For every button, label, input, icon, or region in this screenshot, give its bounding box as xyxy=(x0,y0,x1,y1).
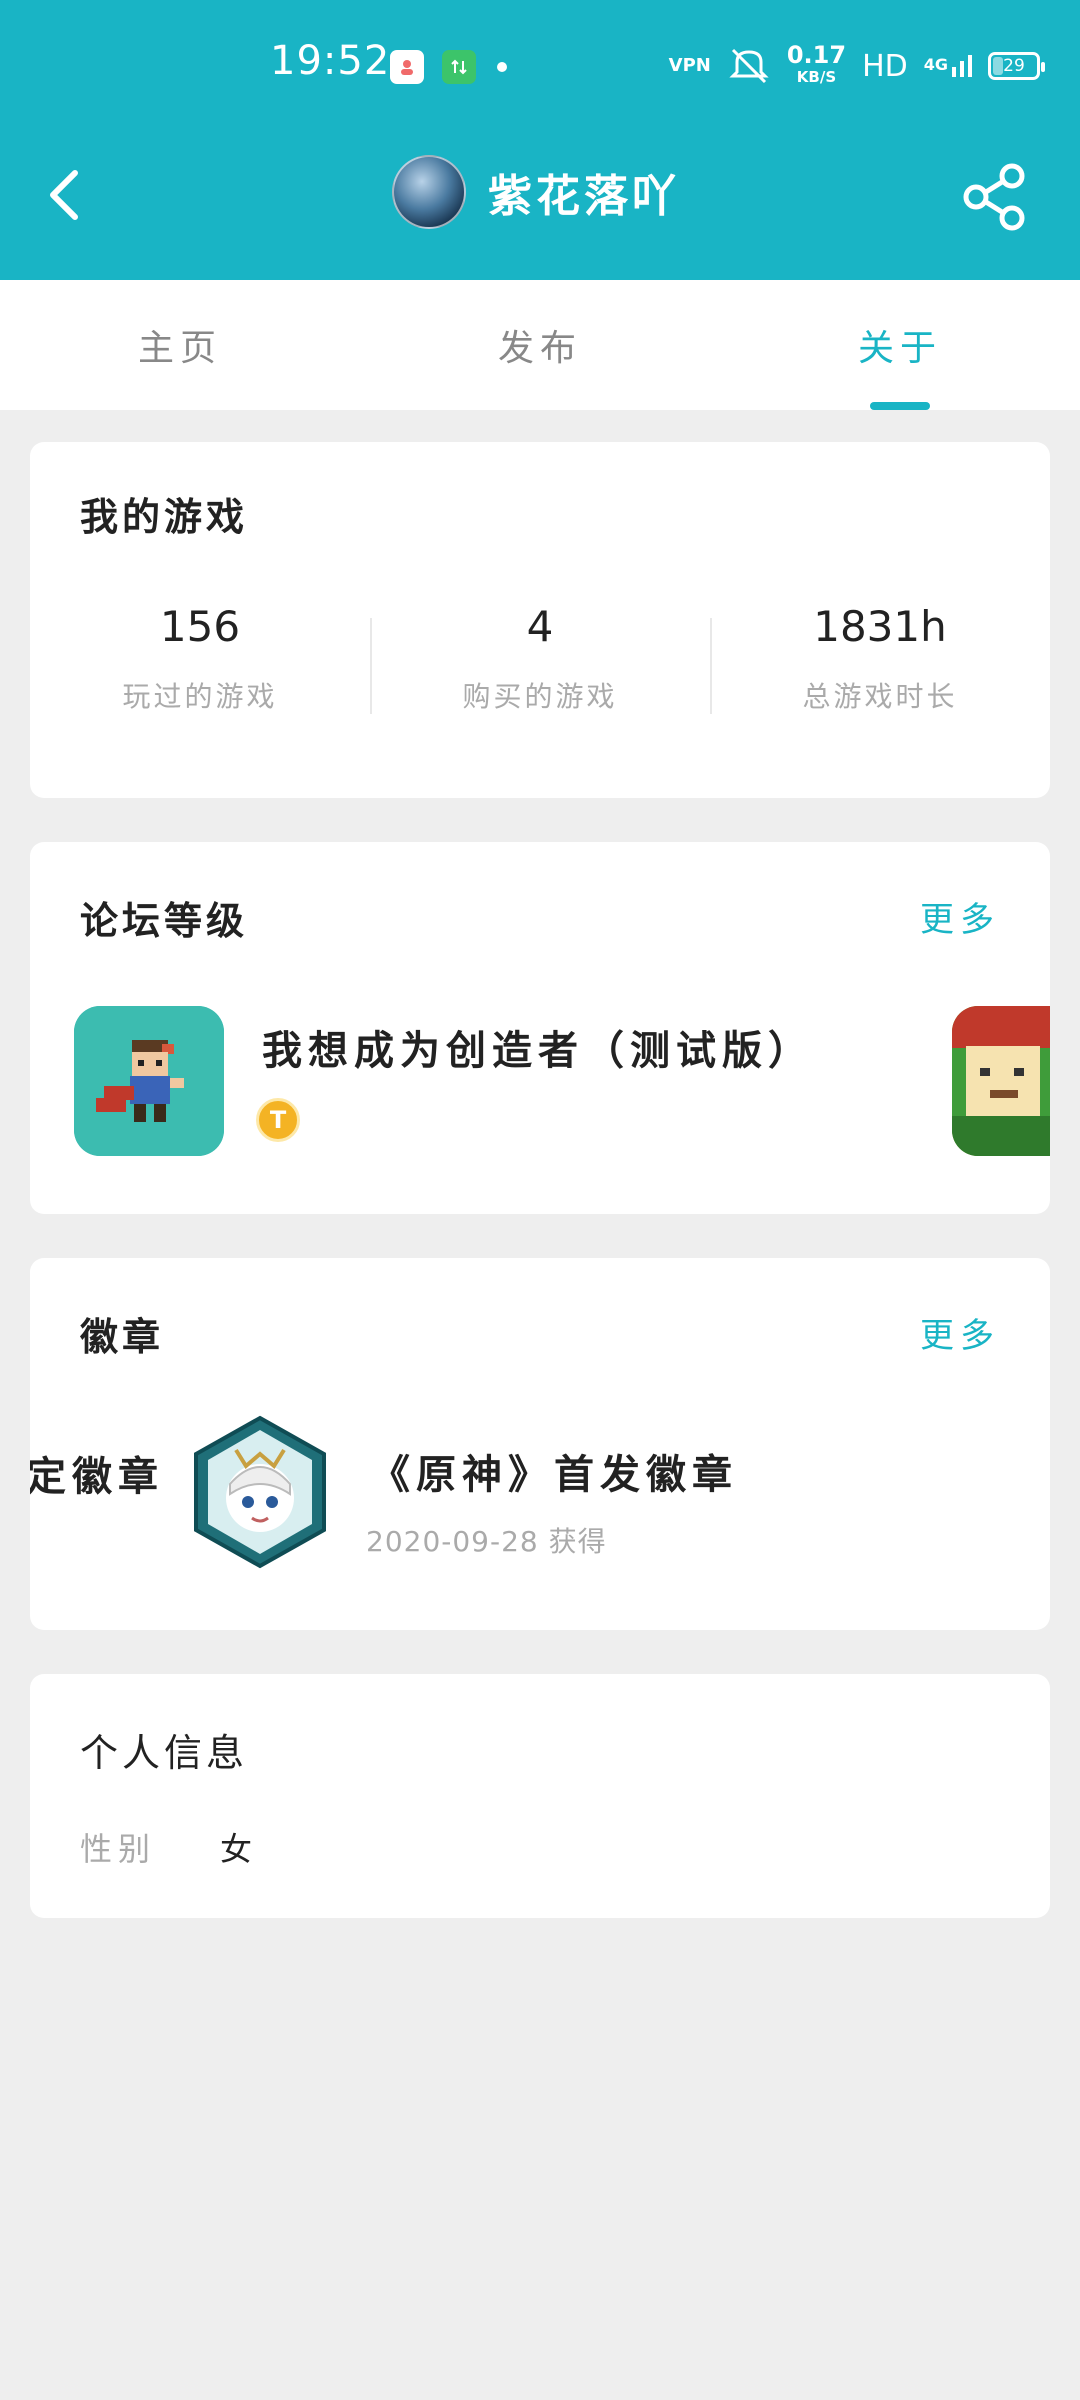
game-icon[interactable] xyxy=(74,1006,224,1156)
forum-level-more-link[interactable]: 更多 xyxy=(920,892,1000,941)
avatar[interactable] xyxy=(392,155,466,229)
profile-title: 紫花落吖 xyxy=(392,155,680,229)
stat-label: 购买的游戏 xyxy=(462,680,618,713)
forum-level-title: 论坛等级 xyxy=(80,899,249,943)
network-speed: 0.17 KB/S xyxy=(786,41,847,86)
tab-about[interactable]: 关于 xyxy=(720,280,1080,410)
stat-value: 156 xyxy=(159,602,241,651)
vpn-icon: VPN xyxy=(668,55,711,76)
pixel-character-icon xyxy=(74,1006,224,1156)
notification-dot xyxy=(497,62,507,72)
gender-label: 性别 xyxy=(80,1830,157,1868)
game-stats: 156 玩过的游戏 4 购买的游戏 1831h 总游戏时长 xyxy=(30,602,1050,722)
my-games-title: 我的游戏 xyxy=(80,495,249,539)
status-time: 19:52 xyxy=(270,38,391,84)
level-badge-icon: T xyxy=(256,1098,300,1142)
stat-playtime[interactable]: 1831h 总游戏时长 xyxy=(710,602,1050,722)
hd-indicator: HD xyxy=(862,48,908,84)
my-games-card: 我的游戏 156 玩过的游戏 4 购买的游戏 1831h 总游戏时长 xyxy=(30,442,1050,798)
tab-home[interactable]: 主页 xyxy=(0,280,360,410)
chevron-left-icon xyxy=(50,170,78,220)
stat-value: 4 xyxy=(526,602,554,651)
badges-title: 徽章 xyxy=(80,1315,165,1359)
forum-game-name[interactable]: 我想成为创造者（测试版） xyxy=(262,1018,814,1076)
share-button[interactable] xyxy=(960,162,1030,232)
profile-tabs: 主页 发布 关于 xyxy=(0,280,1080,410)
badges-more-link[interactable]: 更多 xyxy=(920,1308,1000,1357)
stat-label: 总游戏时长 xyxy=(802,680,958,713)
badge-date: 2020-09-28 获得 xyxy=(366,1525,607,1558)
mute-icon xyxy=(729,48,769,84)
personal-info-title: 个人信息 xyxy=(80,1731,249,1775)
badges-card: 徽章 更多 定徽章 《原神》首发徽章 2020-09-28 获得 xyxy=(30,1258,1050,1630)
contact-notification-icon xyxy=(390,50,424,84)
survival-game-icon xyxy=(952,1006,1050,1156)
signal-icon: 4G xyxy=(924,55,972,77)
app-header: 19:52 VPN 0.17 KB/S HD 4G 29 紫花落吖 xyxy=(0,0,1080,280)
status-right-group: VPN 0.17 KB/S HD 4G 29 xyxy=(668,41,1045,88)
forum-level-card: 论坛等级 更多 我想成为创造者（测试版） T xyxy=(30,842,1050,1214)
stat-value: 1831h xyxy=(813,602,947,651)
transfer-notification-icon xyxy=(442,50,476,84)
badge-name[interactable]: 《原神》首发徽章 xyxy=(370,1442,738,1500)
back-button[interactable] xyxy=(30,150,100,240)
profile-nickname: 紫花落吖 xyxy=(488,171,680,222)
tab-posts[interactable]: 发布 xyxy=(360,280,720,410)
stat-played[interactable]: 156 玩过的游戏 xyxy=(30,602,370,722)
badge-name-partial[interactable]: 定徽章 xyxy=(30,1444,164,1502)
status-bar: 19:52 VPN 0.17 KB/S HD 4G 29 xyxy=(0,0,1080,130)
personal-info-card: 个人信息 性别 女 xyxy=(30,1674,1050,1918)
gender-value: 女 xyxy=(220,1830,253,1868)
genshin-badge-icon xyxy=(194,1415,326,1569)
game-icon-secondary[interactable] xyxy=(952,1006,1050,1156)
stat-purchased[interactable]: 4 购买的游戏 xyxy=(370,602,710,722)
badge-icon[interactable] xyxy=(190,1414,330,1570)
stat-label: 玩过的游戏 xyxy=(122,680,278,713)
share-icon xyxy=(963,163,1025,231)
battery-icon: 29 xyxy=(988,52,1045,80)
